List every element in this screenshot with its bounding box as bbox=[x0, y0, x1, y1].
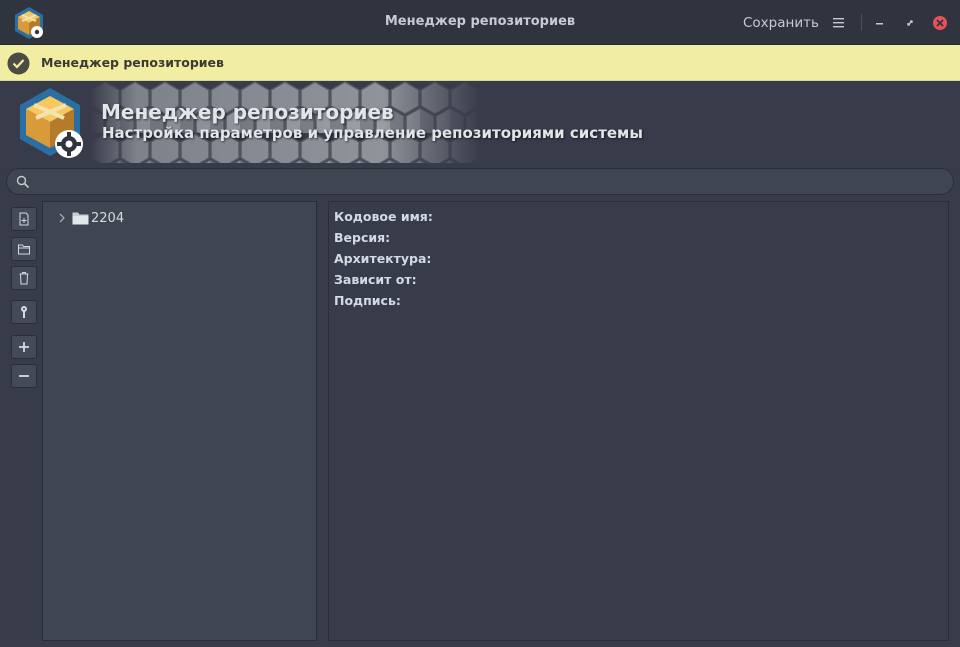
maximize-icon[interactable] bbox=[900, 13, 920, 33]
chevron-right-icon[interactable] bbox=[57, 212, 67, 224]
plus-icon bbox=[19, 342, 29, 352]
titlebar-separator bbox=[861, 14, 862, 31]
add-button[interactable] bbox=[11, 335, 37, 359]
key-icon bbox=[21, 306, 27, 318]
tree-item-label: 2204 bbox=[91, 211, 125, 226]
details-panel: Кодовое имя: Версия: Архитектура: Зависи… bbox=[328, 201, 949, 641]
depends-label: Зависит от: bbox=[334, 272, 417, 287]
trash-icon bbox=[19, 272, 29, 285]
info-bar: Менеджер репозиториев bbox=[0, 45, 960, 81]
hamburger-menu-icon[interactable] bbox=[829, 13, 849, 33]
search-box[interactable] bbox=[6, 168, 954, 195]
banner-title: Менеджер репозиториев bbox=[101, 100, 394, 124]
banner-subtitle: Настройка параметров и управление репози… bbox=[102, 124, 643, 142]
close-icon[interactable] bbox=[930, 13, 950, 33]
search-icon bbox=[16, 175, 30, 189]
save-button[interactable]: Сохранить bbox=[736, 12, 826, 34]
repository-manager-logo bbox=[20, 88, 83, 158]
remove-button[interactable] bbox=[11, 364, 37, 388]
architecture-label: Архитектура: bbox=[334, 251, 432, 266]
version-label: Версия: bbox=[334, 230, 391, 245]
codename-label: Кодовое имя: bbox=[334, 209, 433, 224]
key-button[interactable] bbox=[11, 300, 37, 324]
signature-label: Подпись: bbox=[334, 293, 401, 308]
folder-icon bbox=[18, 244, 30, 255]
add-file-button[interactable] bbox=[11, 207, 37, 231]
tree-item[interactable]: 2204 bbox=[43, 207, 316, 229]
checkmark-icon bbox=[7, 52, 30, 75]
minimize-icon[interactable] bbox=[870, 13, 890, 33]
repository-tree[interactable]: 2204 bbox=[42, 201, 317, 641]
info-message: Менеджер репозиториев bbox=[41, 55, 224, 70]
new-file-icon bbox=[19, 212, 29, 226]
delete-button[interactable] bbox=[11, 266, 37, 290]
add-folder-button[interactable] bbox=[11, 237, 37, 261]
app-icon bbox=[15, 7, 43, 39]
minus-icon bbox=[19, 375, 29, 377]
header-banner: Менеджер репозиториев Настройка параметр… bbox=[0, 81, 960, 163]
title-bar: Менеджер репозиториев Сохранить bbox=[0, 0, 960, 45]
folder-icon bbox=[72, 212, 89, 225]
search-input[interactable] bbox=[37, 172, 937, 191]
